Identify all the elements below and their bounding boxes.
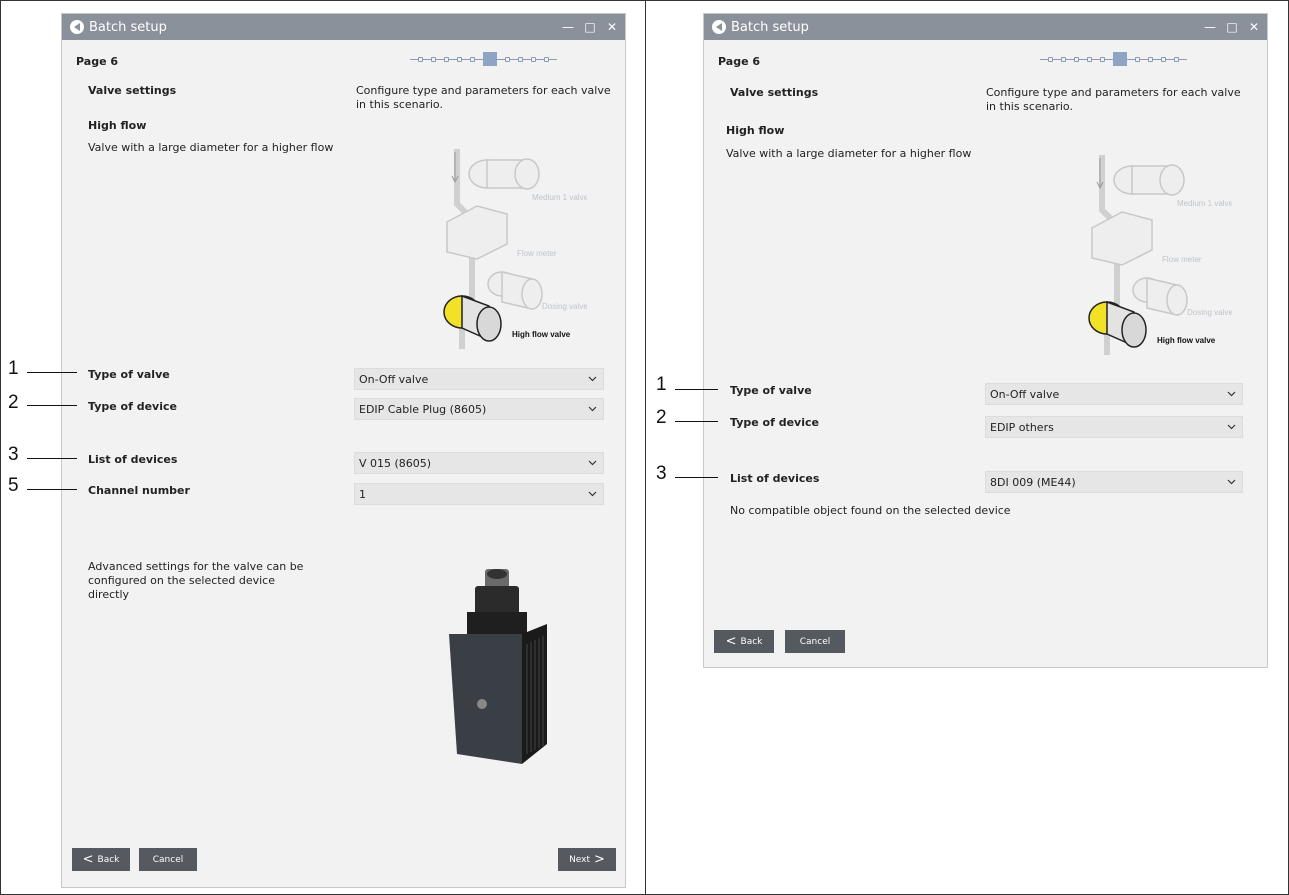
chevron-right-icon: >	[594, 852, 605, 867]
chevron-down-icon	[1227, 391, 1236, 397]
valve-type-select[interactable]: On-Off valve	[985, 383, 1243, 405]
diagram-label-high: High flow valve	[512, 330, 571, 339]
callout-1: 1	[656, 374, 667, 395]
channel-value: 1	[359, 487, 366, 501]
valve-description: Valve with a large diameter for a higher…	[88, 141, 334, 154]
page-stepper	[410, 52, 557, 66]
callout-1: 1	[8, 358, 19, 379]
valve-type-value: On-Off valve	[990, 387, 1060, 401]
valve-type-value: On-Off valve	[359, 372, 429, 386]
section-description: Configure type and parameters for each v…	[986, 86, 1241, 113]
valve-description: Valve with a large diameter for a higher…	[726, 147, 972, 160]
valve-diagram: Medium 1 valve Flow meter Dosing valve H…	[443, 149, 587, 349]
step-current	[483, 52, 497, 66]
chevron-down-icon	[1227, 479, 1236, 485]
device-type-select[interactable]: EDIP others	[985, 416, 1243, 438]
valve-diagram: Medium 1 valve Flow meter Dosing valve H…	[1088, 155, 1232, 355]
minimize-icon[interactable]: —	[559, 20, 577, 34]
back-button[interactable]: < Back	[714, 630, 774, 653]
field-label-valve-type: Type of valve	[88, 368, 170, 381]
diagram-label-high: High flow valve	[1157, 336, 1216, 345]
no-compatible-warning: No compatible object found on the select…	[730, 504, 1011, 517]
chevron-down-icon	[588, 460, 597, 466]
callout-line	[675, 389, 718, 390]
diagram-label-flow: Flow meter	[1162, 255, 1202, 264]
valve-name: High flow	[726, 124, 785, 137]
device-list-value: 8DI 009 (ME44)	[990, 475, 1076, 489]
device-list-select[interactable]: V 015 (8605)	[354, 452, 604, 474]
callout-line	[675, 477, 718, 478]
diagram-label-flow: Flow meter	[517, 249, 557, 258]
field-label-device-list: List of devices	[88, 453, 178, 466]
chevron-down-icon	[588, 376, 597, 382]
valve-name: High flow	[88, 119, 147, 132]
device-list-select[interactable]: 8DI 009 (ME44)	[985, 471, 1243, 493]
close-icon[interactable]: ✕	[603, 20, 621, 34]
chevron-left-icon: <	[725, 634, 737, 649]
valve-type-select[interactable]: On-Off valve	[354, 368, 604, 390]
callout-5: 5	[8, 475, 19, 496]
close-icon[interactable]: ✕	[1245, 20, 1263, 34]
section-title: Valve settings	[88, 84, 177, 97]
minimize-icon[interactable]: —	[1201, 20, 1219, 34]
diagram-label-dosing: Dosing valve	[1187, 308, 1232, 317]
chevron-down-icon	[588, 491, 597, 497]
callout-line	[27, 405, 77, 406]
section-description: Configure type and parameters for each v…	[356, 84, 611, 111]
callout-3: 3	[656, 463, 667, 484]
back-button[interactable]: < Back	[72, 848, 130, 871]
diagram-label-medium: Medium 1 valve	[1177, 199, 1232, 208]
callout-line	[675, 421, 718, 422]
next-button[interactable]: Next >	[558, 848, 616, 871]
app-logo-icon	[70, 20, 84, 34]
field-label-channel: Channel number	[88, 484, 190, 497]
advanced-settings-note: Advanced settings for the valve can be c…	[88, 560, 304, 601]
callout-3: 3	[8, 444, 19, 465]
chevron-left-icon: <	[82, 852, 94, 867]
maximize-icon[interactable]: □	[1223, 20, 1241, 34]
right-titlebar[interactable]: Batch setup — □ ✕	[704, 14, 1267, 40]
step-current	[1113, 52, 1127, 66]
page-label: Page 6	[76, 55, 119, 68]
diagram-label-dosing: Dosing valve	[542, 302, 587, 311]
callout-line	[27, 372, 77, 373]
field-label-valve-type: Type of valve	[730, 384, 812, 397]
callout-2: 2	[8, 392, 19, 413]
left-titlebar[interactable]: Batch setup — □ ✕	[62, 14, 625, 40]
field-label-device-list: List of devices	[730, 472, 820, 485]
device-type-select[interactable]: EDIP Cable Plug (8605)	[354, 398, 604, 420]
window-title: Batch setup	[89, 19, 167, 35]
section-title: Valve settings	[730, 86, 819, 99]
device-type-value: EDIP others	[990, 420, 1054, 434]
callout-2: 2	[656, 407, 667, 428]
callout-line	[27, 458, 77, 459]
app-logo-icon	[712, 20, 726, 34]
field-label-device-type: Type of device	[88, 400, 177, 413]
device-list-value: V 015 (8605)	[359, 456, 432, 470]
cancel-button[interactable]: Cancel	[785, 630, 845, 653]
field-label-device-type: Type of device	[730, 416, 819, 429]
cable-plug-image	[449, 569, 547, 764]
right-window: Batch setup — □ ✕ Page 6 Valve settings …	[703, 13, 1268, 668]
chevron-down-icon	[1227, 424, 1236, 430]
page-stepper	[1040, 52, 1187, 66]
maximize-icon[interactable]: □	[581, 20, 599, 34]
cancel-button[interactable]: Cancel	[139, 848, 197, 871]
page-label: Page 6	[718, 55, 761, 68]
callout-line	[27, 489, 77, 490]
window-title: Batch setup	[731, 19, 809, 35]
left-window: Batch setup — □ ✕ Page 6 Valve settings …	[61, 13, 626, 888]
channel-select[interactable]: 1	[354, 483, 604, 505]
device-type-value: EDIP Cable Plug (8605)	[359, 402, 487, 416]
chevron-down-icon	[588, 406, 597, 412]
diagram-label-medium: Medium 1 valve	[532, 193, 587, 202]
